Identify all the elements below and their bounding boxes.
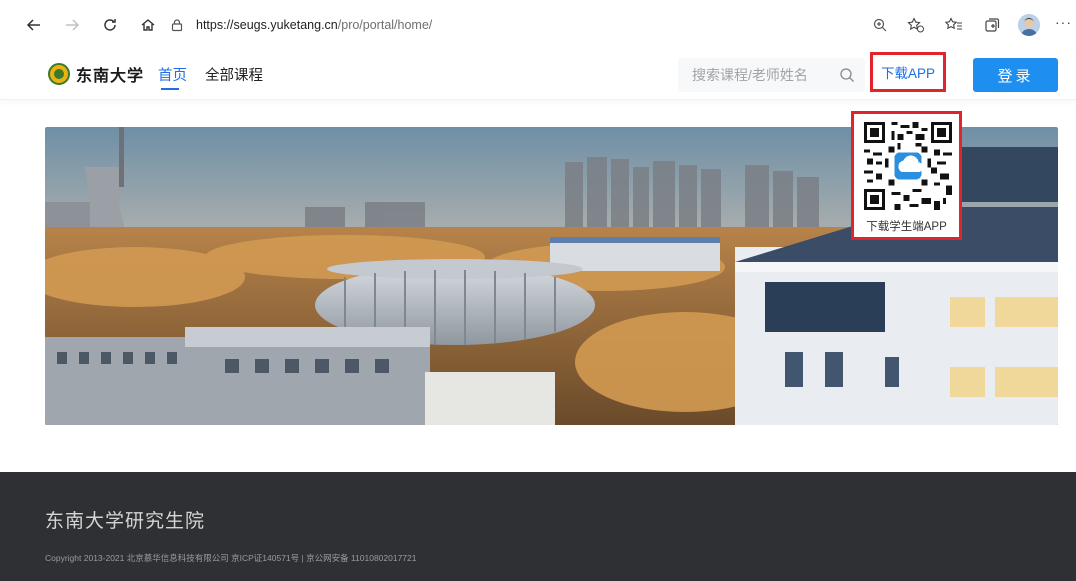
browser-toolbar: https://seugs.yuketang.cn/pro/portal/hom… <box>0 0 1076 50</box>
favorites-bar-button[interactable] <box>944 15 964 35</box>
university-logo[interactable]: 东南大学 <box>48 62 144 86</box>
arrow-right-icon <box>66 19 80 31</box>
refresh-button[interactable] <box>100 15 120 35</box>
download-app-button[interactable]: 下载APP <box>870 52 946 92</box>
forward-button[interactable] <box>62 15 82 35</box>
site-footer: 东南大学研究生院 Copyright 2013-2021 北京慕华信息科技有限公… <box>0 472 1076 581</box>
url-path: /pro/portal/home/ <box>337 18 433 32</box>
avatar-icon <box>1018 14 1040 36</box>
qr-code-image <box>864 122 952 210</box>
university-emblem-icon <box>48 63 70 85</box>
footer-copyright: Copyright 2013-2021 北京慕华信息科技有限公司 京ICP证14… <box>45 553 417 563</box>
nav-active-indicator <box>161 88 179 90</box>
nav-all-courses[interactable]: 全部课程 <box>205 64 263 85</box>
home-icon <box>141 19 155 31</box>
search-icon[interactable] <box>839 67 855 83</box>
favorites-icon <box>945 17 962 30</box>
arrow-left-icon <box>26 19 40 31</box>
zoom-button[interactable] <box>870 15 890 35</box>
login-button[interactable]: 登录 <box>973 58 1058 92</box>
favorite-button[interactable] <box>906 15 926 35</box>
refresh-icon <box>104 19 116 31</box>
zoom-icon <box>873 18 887 32</box>
footer-title: 东南大学研究生院 <box>45 511 206 532</box>
home-button[interactable] <box>138 15 158 35</box>
star-add-icon <box>907 17 924 33</box>
settings-more-button[interactable]: ··· <box>1055 14 1072 30</box>
logo-text: 东南大学 <box>76 66 145 85</box>
search-input[interactable] <box>678 67 828 83</box>
back-button[interactable] <box>24 15 44 35</box>
collections-button[interactable] <box>982 15 1002 35</box>
qr-caption: 下载学生端APP <box>866 221 947 233</box>
nav-home[interactable]: 首页 <box>158 64 187 85</box>
lock-icon <box>168 16 186 34</box>
profile-avatar[interactable] <box>1018 14 1040 36</box>
collections-icon <box>985 18 1000 32</box>
url-host: https://seugs.yuketang.cn <box>196 18 338 32</box>
search-box <box>678 58 865 92</box>
download-qr-popup: 下载学生端APP <box>851 111 962 240</box>
